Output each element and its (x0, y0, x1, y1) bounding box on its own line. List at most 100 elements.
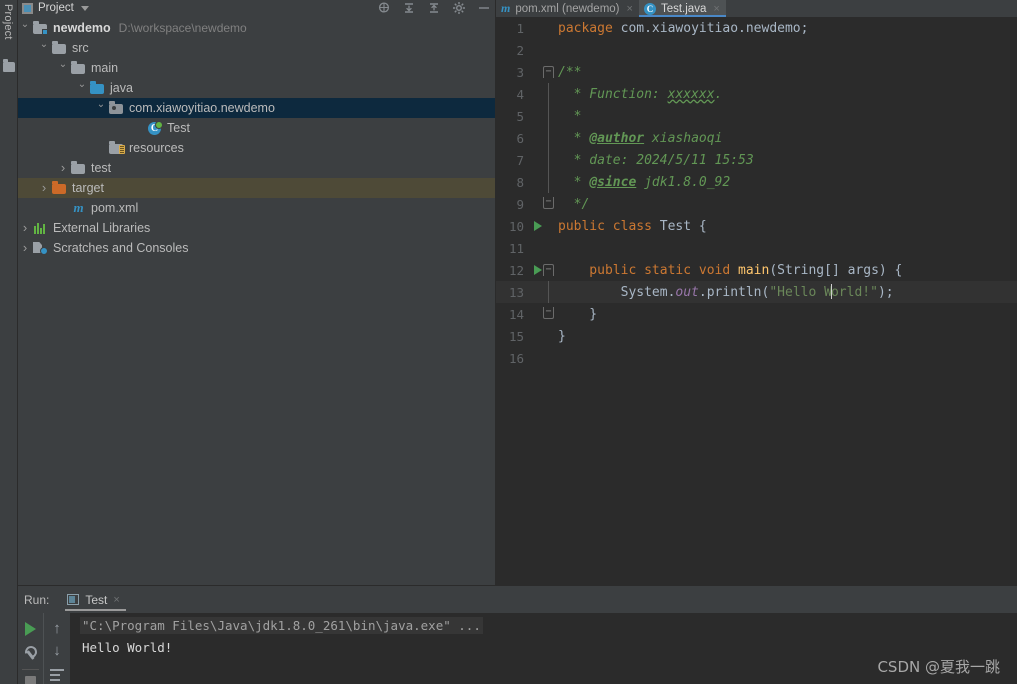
folder-resources-icon (108, 141, 125, 155)
tab-test-java[interactable]: C Test.java × (638, 0, 726, 17)
code-editor[interactable]: 1 package com.xiawoyitiao.newdemo; 2 3 −… (496, 17, 1017, 585)
gutter[interactable] (530, 347, 556, 369)
run-tab-label: Test (85, 592, 108, 607)
scroll-up-icon[interactable]: ↑ (44, 619, 70, 639)
tree-node-test-dir[interactable]: test (18, 158, 495, 178)
tree-node-resources[interactable]: resources (18, 138, 495, 158)
code-rest: (String[] args) { (769, 262, 903, 278)
tree-node-newdemo[interactable]: newdemo D:\workspace\newdemo (18, 18, 495, 38)
tree-node-test-class[interactable]: C Test (18, 118, 495, 138)
gutter[interactable]: − (530, 303, 556, 325)
chevron-down-icon[interactable] (94, 103, 108, 113)
code-text: package com.xiawoyitiao.newdemo; (556, 21, 808, 36)
rerun-icon[interactable] (25, 622, 36, 636)
code-line: 12 − public static void main(String[] ar… (496, 259, 1017, 281)
comment-text: jdk1.8.0_92 (636, 174, 731, 190)
tree-node-main[interactable]: main (18, 58, 495, 78)
method-name: main (738, 262, 770, 278)
static-field: out (675, 285, 699, 300)
chevron-down-icon[interactable] (80, 5, 89, 11)
code-line: 10 public class Test { (496, 215, 1017, 237)
code-line: 8 * @since jdk1.8.0_92 (496, 171, 1017, 193)
close-icon[interactable]: × (713, 3, 719, 15)
gutter[interactable] (530, 215, 556, 237)
structure-folder-icon[interactable] (3, 59, 15, 72)
project-tree[interactable]: newdemo D:\workspace\newdemo src main ja… (18, 16, 495, 258)
fold-end-icon[interactable]: − (543, 197, 554, 209)
keyword: package (558, 20, 613, 36)
chevron-down-icon[interactable] (56, 63, 70, 73)
line-number: 11 (508, 240, 524, 256)
gutter[interactable] (530, 325, 556, 347)
folder-grey-icon (70, 161, 86, 175)
code-rest: com.xiawoyitiao.newdemo; (612, 20, 809, 36)
wrench-icon[interactable] (24, 646, 38, 660)
gutter[interactable] (530, 39, 556, 61)
expand-all-icon[interactable] (402, 1, 416, 15)
chevron-down-icon[interactable] (75, 83, 89, 93)
close-icon[interactable]: × (113, 594, 119, 606)
tree-label: External Libraries (53, 221, 151, 235)
gutter[interactable] (530, 237, 556, 259)
javadoc-tag: @author (589, 130, 645, 146)
chevron-right-icon[interactable] (56, 161, 70, 175)
locate-file-icon[interactable] (377, 1, 391, 15)
tab-pom-xml[interactable]: m pom.xml (newdemo) × (496, 0, 639, 17)
chevron-down-icon[interactable] (37, 43, 51, 53)
hide-panel-icon[interactable] (477, 1, 491, 15)
string-literal: orld!" (830, 285, 878, 300)
code-rest: Test { (659, 218, 707, 234)
gutter[interactable] (530, 105, 556, 127)
code-text: public static void main(String[] args) { (556, 263, 902, 278)
gutter[interactable] (530, 171, 556, 193)
fold-collapse-icon[interactable]: − (543, 66, 554, 78)
package-icon (108, 101, 124, 115)
code-text: System.out.println("Hello World!"); (556, 284, 894, 300)
gutter[interactable]: − (530, 259, 556, 281)
scroll-down-icon[interactable]: ↓ (44, 639, 70, 663)
gutter[interactable]: − (530, 193, 556, 215)
javadoc-tag: @since (589, 174, 637, 190)
gutter[interactable] (530, 149, 556, 171)
tree-label: resources (129, 141, 184, 155)
gutter[interactable] (530, 83, 556, 105)
console-command: "C:\Program Files\Java\jdk1.8.0_261\bin\… (80, 617, 483, 634)
tree-node-java[interactable]: java (18, 78, 495, 98)
gutter[interactable]: − (530, 61, 556, 83)
tree-node-scratches[interactable]: Scratches and Consoles (18, 238, 495, 258)
code-line: 7 * date: 2024/5/11 15:53 (496, 149, 1017, 171)
tree-node-src[interactable]: src (18, 38, 495, 58)
chevron-right-icon[interactable] (37, 181, 51, 195)
code-text: /** (558, 64, 582, 80)
gutter[interactable] (530, 17, 556, 39)
tree-node-package[interactable]: com.xiawoyitiao.newdemo (18, 98, 495, 118)
tree-node-pom[interactable]: m pom.xml (18, 198, 495, 218)
stop-icon[interactable] (25, 676, 36, 684)
console-stdout: Hello World! (82, 640, 173, 655)
fold-end-icon[interactable]: − (543, 307, 554, 319)
run-method-icon[interactable] (534, 265, 542, 275)
tree-label: Test (167, 121, 190, 135)
chevron-down-icon[interactable] (18, 23, 32, 33)
collapse-all-icon[interactable] (427, 1, 441, 15)
close-icon[interactable]: × (627, 3, 633, 15)
divider (22, 669, 39, 670)
comment-text: xiashaoqi (644, 130, 723, 146)
project-tool-button[interactable]: Project (0, 2, 17, 42)
run-tab-test[interactable]: Test × (65, 586, 127, 613)
module-folder-icon (32, 21, 48, 35)
console-output[interactable]: "C:\Program Files\Java\jdk1.8.0_261\bin\… (70, 613, 1017, 684)
fold-collapse-icon[interactable]: − (543, 264, 554, 276)
chevron-right-icon[interactable] (18, 221, 32, 235)
editor-tab-bar: m pom.xml (newdemo) × C Test.java × (496, 0, 1017, 17)
tree-node-target[interactable]: target (18, 178, 495, 198)
gutter[interactable] (530, 127, 556, 149)
code-text: } (558, 306, 598, 322)
code-line: 11 (496, 237, 1017, 259)
gear-icon[interactable] (452, 1, 466, 15)
chevron-right-icon[interactable] (18, 241, 32, 255)
tree-node-external-libraries[interactable]: External Libraries (18, 218, 495, 238)
gutter[interactable] (530, 281, 556, 303)
run-class-icon[interactable] (534, 221, 542, 231)
soft-wrap-icon[interactable] (50, 669, 64, 680)
